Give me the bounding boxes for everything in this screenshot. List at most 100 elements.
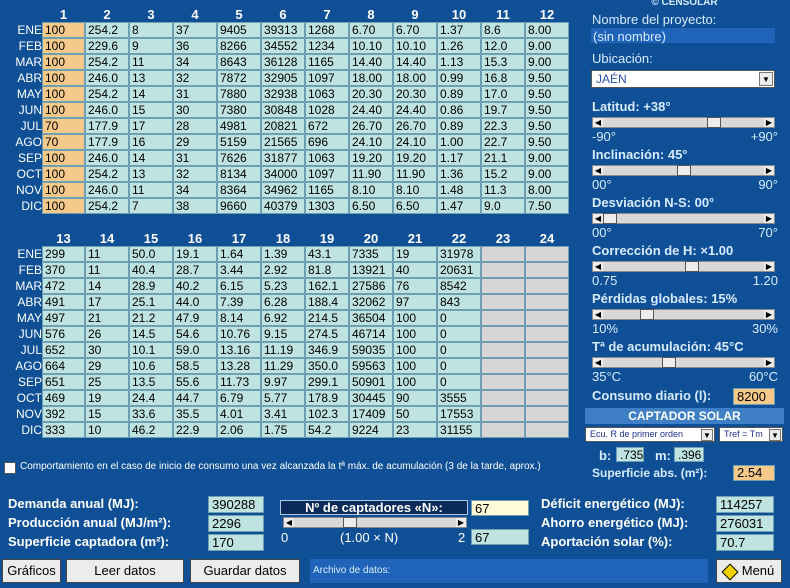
top-data-cell[interactable]: 229.6	[85, 38, 129, 54]
bot-data-cell[interactable]: 19.1	[173, 246, 217, 262]
bot-data-cell[interactable]: 13921	[349, 262, 393, 278]
top-data-cell[interactable]: 246.0	[85, 70, 129, 86]
top-data-cell[interactable]: 8.10	[349, 182, 393, 198]
top-data-cell[interactable]: 11	[129, 54, 173, 70]
top-data-cell[interactable]: 32	[173, 70, 217, 86]
bot-data-cell[interactable]: 59.0	[173, 342, 217, 358]
bot-data-cell[interactable]: 31155	[437, 422, 481, 438]
bot-data-cell[interactable]: 28.7	[173, 262, 217, 278]
bot-data-cell[interactable]: 11.29	[261, 358, 305, 374]
top-data-cell[interactable]: 9.50	[525, 118, 569, 134]
bot-data-cell[interactable]: 7335	[349, 246, 393, 262]
bot-data-cell[interactable]: 9.97	[261, 374, 305, 390]
project-name-field[interactable]: (sin nombre)	[591, 28, 775, 44]
bot-data-cell[interactable]	[481, 422, 525, 438]
top-data-cell[interactable]: 7	[129, 198, 173, 214]
top-data-cell[interactable]: 1.48	[437, 182, 481, 198]
top-data-cell[interactable]: 8134	[217, 166, 261, 182]
top-data-cell[interactable]: 1.17	[437, 150, 481, 166]
slider-left-arrow-icon[interactable]: ◀	[593, 118, 603, 127]
bot-data-cell[interactable]: 0	[437, 358, 481, 374]
bot-data-cell[interactable]	[481, 358, 525, 374]
top-data-cell[interactable]: 254.2	[85, 22, 129, 38]
bot-data-cell[interactable]: 10.1	[129, 342, 173, 358]
top-data-cell[interactable]: 100	[42, 102, 85, 118]
slider-left-arrow-icon[interactable]: ◀	[593, 214, 603, 223]
top-data-cell[interactable]: 0.86	[437, 102, 481, 118]
bot-data-cell[interactable]: 652	[42, 342, 85, 358]
top-data-cell[interactable]: 1234	[305, 38, 349, 54]
bot-data-cell[interactable]: 333	[42, 422, 85, 438]
bot-data-cell[interactable]	[481, 326, 525, 342]
bot-data-cell[interactable]: 13.28	[217, 358, 261, 374]
bot-data-cell[interactable]: 50	[393, 406, 437, 422]
bot-data-cell[interactable]: 17553	[437, 406, 481, 422]
top-data-cell[interactable]: 100	[42, 198, 85, 214]
top-data-cell[interactable]: 100	[42, 182, 85, 198]
bot-data-cell[interactable]: 1.39	[261, 246, 305, 262]
behavior-checkbox[interactable]	[4, 462, 16, 474]
bot-data-cell[interactable]: 13.5	[129, 374, 173, 390]
top-data-cell[interactable]: 8.00	[525, 182, 569, 198]
top-data-cell[interactable]: 18.00	[349, 70, 393, 86]
bot-data-cell[interactable]	[525, 374, 569, 390]
tref-select[interactable]: Tref = Tm ▼	[719, 427, 783, 442]
top-data-cell[interactable]: 19.7	[481, 102, 525, 118]
bot-data-cell[interactable]: 26	[85, 326, 129, 342]
top-data-cell[interactable]: 32905	[261, 70, 305, 86]
slider-right-arrow-icon[interactable]: ▶	[764, 118, 774, 127]
top-data-cell[interactable]: 1165	[305, 54, 349, 70]
top-data-cell[interactable]: 14	[129, 86, 173, 102]
top-data-cell[interactable]: 100	[42, 166, 85, 182]
top-data-cell[interactable]: 9.50	[525, 70, 569, 86]
top-data-cell[interactable]: 10.10	[393, 38, 437, 54]
deviation-slider-thumb[interactable]	[603, 213, 617, 224]
inclination-slider[interactable]: ◀ ▶	[592, 165, 775, 176]
bot-data-cell[interactable]: 24.4	[129, 390, 173, 406]
top-data-cell[interactable]: 18.00	[393, 70, 437, 86]
slider-left-arrow-icon[interactable]: ◀	[284, 518, 294, 527]
slider-left-arrow-icon[interactable]: ◀	[593, 310, 603, 319]
top-data-cell[interactable]: 32	[173, 166, 217, 182]
top-data-cell[interactable]: 70	[42, 118, 85, 134]
top-data-cell[interactable]: 1063	[305, 150, 349, 166]
top-data-cell[interactable]: 7.50	[525, 198, 569, 214]
bot-data-cell[interactable]: 13.16	[217, 342, 261, 358]
bot-data-cell[interactable]: 35.5	[173, 406, 217, 422]
bot-data-cell[interactable]: 497	[42, 310, 85, 326]
bot-data-cell[interactable]: 0	[437, 342, 481, 358]
correction-slider[interactable]: ◀ ▶	[592, 261, 775, 272]
bot-data-cell[interactable]: 10	[85, 422, 129, 438]
bot-data-cell[interactable]: 90	[393, 390, 437, 406]
bot-data-cell[interactable]: 23	[393, 422, 437, 438]
bot-data-cell[interactable]	[481, 342, 525, 358]
bot-data-cell[interactable]: 3555	[437, 390, 481, 406]
top-data-cell[interactable]: 1303	[305, 198, 349, 214]
chevron-down-icon[interactable]: ▼	[701, 429, 713, 441]
bot-data-cell[interactable]: 5.77	[261, 390, 305, 406]
top-data-cell[interactable]: 19.20	[349, 150, 393, 166]
top-data-cell[interactable]: 246.0	[85, 102, 129, 118]
bot-data-cell[interactable]: 44.7	[173, 390, 217, 406]
top-data-cell[interactable]: 28	[173, 118, 217, 134]
bot-data-cell[interactable]: 100	[393, 326, 437, 342]
top-data-cell[interactable]: 9	[129, 38, 173, 54]
bot-data-cell[interactable]: 1.75	[261, 422, 305, 438]
bot-data-cell[interactable]: 491	[42, 294, 85, 310]
top-data-cell[interactable]: 1165	[305, 182, 349, 198]
top-data-cell[interactable]: 8643	[217, 54, 261, 70]
top-data-cell[interactable]: 1.36	[437, 166, 481, 182]
bot-data-cell[interactable]: 21.2	[129, 310, 173, 326]
top-data-cell[interactable]: 1028	[305, 102, 349, 118]
deviation-slider[interactable]: ◀ ▶	[592, 213, 775, 224]
slider-right-arrow-icon[interactable]: ▶	[764, 262, 774, 271]
bot-data-cell[interactable]: 14	[85, 278, 129, 294]
bot-data-cell[interactable]: 0	[437, 310, 481, 326]
bot-data-cell[interactable]: 214.5	[305, 310, 349, 326]
top-data-cell[interactable]: 11.90	[349, 166, 393, 182]
top-data-cell[interactable]: 31877	[261, 150, 305, 166]
location-select[interactable]: JAÉN ▼	[591, 70, 775, 88]
bot-data-cell[interactable]: 664	[42, 358, 85, 374]
bot-data-cell[interactable]	[525, 262, 569, 278]
bot-data-cell[interactable]: 178.9	[305, 390, 349, 406]
